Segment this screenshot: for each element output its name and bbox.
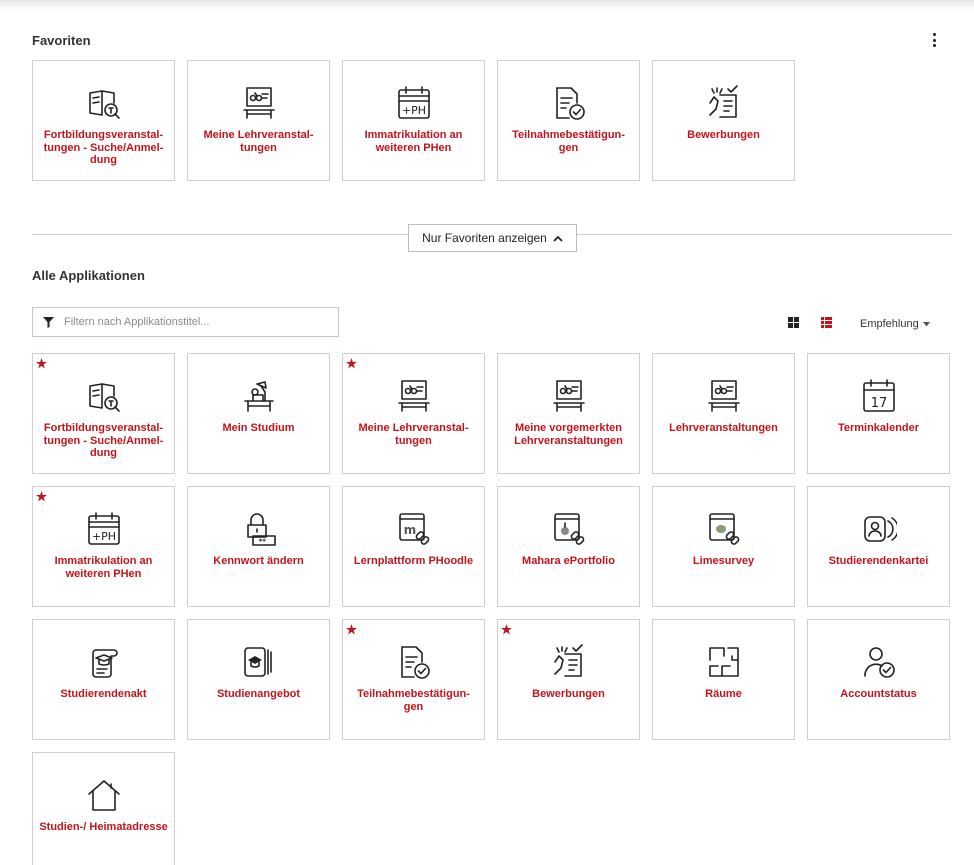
app-tile-immatrikulation-an-weiteren-phen[interactable]: +PH Immatrikulation an weiteren PHen	[342, 60, 485, 181]
document-check-icon	[396, 644, 432, 680]
caret-down-icon	[922, 321, 930, 326]
svg-text:+PH: +PH	[401, 104, 425, 117]
app-tile-label: Meine vorgemerkten Lehrveranstaltungen	[514, 422, 623, 447]
app-tile-label: Studienangebot	[216, 688, 301, 700]
app-tile-label: Studierendenakt	[60, 688, 147, 700]
app-tile-bewerbungen[interactable]: Bewerbungen	[497, 619, 640, 740]
app-tile-lehrveranstaltungen[interactable]: Lehrveranstaltungen	[652, 353, 795, 474]
house-icon	[86, 777, 122, 813]
list-view-icon[interactable]	[821, 317, 832, 328]
book-search-icon	[86, 85, 122, 121]
scroll-cap-icon	[86, 644, 122, 680]
favorite-star-icon	[36, 491, 47, 502]
app-tile-label: Lernplattform PHoodle	[353, 555, 474, 567]
calendar-17-icon: 17	[861, 378, 897, 414]
app-tile-kennwort-ändern[interactable]: **_ Kennwort ändern	[187, 486, 330, 607]
app-tile-terminkalender[interactable]: 17 Terminkalender	[807, 353, 950, 474]
all-apps-title: Alle Applikationen	[32, 268, 145, 283]
app-tile-immatrikulation-an-weiteren-phen[interactable]: +PH Immatrikulation an weiteren PHen	[32, 486, 175, 607]
app-tile-bewerbungen[interactable]: Bewerbungen	[652, 60, 795, 181]
filter-icon	[43, 316, 54, 328]
app-tile-limesurvey[interactable]: Limesurvey	[652, 486, 795, 607]
app-tile-label: Studierendenkartei	[828, 555, 929, 567]
favorite-star-icon	[501, 624, 512, 635]
app-tile-label: Lehrveranstaltungen	[669, 422, 778, 434]
svg-text:m: m	[403, 523, 416, 537]
mahara-link-icon	[551, 511, 587, 547]
app-tile-meine-lehrveranstal-tungen[interactable]: Meine Lehrveranstal-tungen	[342, 353, 485, 474]
app-tile-accountstatus[interactable]: Accountstatus	[807, 619, 950, 740]
app-tile-teilnahmebestätigun-gen[interactable]: Teilnahmebestätigun-gen	[497, 60, 640, 181]
app-tile-studienangebot[interactable]: Studienangebot	[187, 619, 330, 740]
sort-dropdown[interactable]: Empfehlung	[860, 318, 930, 330]
app-tile-studierendenkartei[interactable]: Studierendenkartei	[807, 486, 950, 607]
svg-text:+PH: +PH	[91, 530, 115, 543]
app-tile-label: Fortbildungsveranstal-tungen - Suche/Anm…	[43, 129, 164, 166]
document-check-icon	[551, 85, 587, 121]
app-tile-label: Meine Lehrveranstal-tungen	[358, 422, 469, 447]
favorites-title: Favoriten	[32, 33, 91, 48]
book-search-icon	[86, 378, 122, 414]
app-tile-label: Fortbildungsveranstal-tungen - Suche/Anm…	[43, 422, 164, 459]
sort-label: Empfehlung	[860, 318, 919, 330]
contactless-id-icon	[861, 511, 897, 547]
top-shadow	[0, 0, 974, 10]
app-tile-räume[interactable]: Räume	[652, 619, 795, 740]
app-tile-label: Immatrikulation an weiteren PHen	[364, 129, 463, 154]
filter-box	[32, 307, 339, 337]
moodle-link-icon: m	[396, 511, 432, 547]
calendar-ph-icon: +PH	[396, 85, 432, 121]
app-tile-mein-studium[interactable]: Mein Studium	[187, 353, 330, 474]
filter-input[interactable]	[64, 316, 314, 328]
app-tile-label: Terminkalender	[837, 422, 920, 434]
app-tile-label: Limesurvey	[692, 555, 755, 567]
app-tile-teilnahmebestätigun-gen[interactable]: Teilnahmebestätigun-gen	[342, 619, 485, 740]
desk-lamp-icon	[241, 378, 277, 414]
user-check-icon	[861, 644, 897, 680]
lectern-board-icon	[706, 378, 742, 414]
app-tile-label: Teilnahmebestätigun-gen	[512, 129, 625, 154]
app-tile-label: Räume	[705, 688, 742, 700]
hand-document-icon	[706, 85, 742, 121]
lectern-board-icon	[241, 85, 277, 121]
lectern-board-icon	[396, 378, 432, 414]
app-tile-label: Bewerbungen	[687, 129, 760, 141]
app-tile-label: Meine Lehrveranstal-tungen	[203, 129, 314, 154]
favorite-star-icon	[346, 624, 357, 635]
show-favorites-toggle-button[interactable]: Nur Favoriten anzeigen	[408, 224, 577, 252]
floorplan-icon	[706, 644, 742, 680]
favorite-star-icon	[36, 358, 47, 369]
app-tile-label: Mahara ePortfolio	[522, 555, 615, 567]
app-tile-studierendenakt[interactable]: Studierendenakt	[32, 619, 175, 740]
app-tile-mahara-eportfolio[interactable]: Mahara ePortfolio	[497, 486, 640, 607]
favorite-star-icon	[346, 358, 357, 369]
app-tile-label: Bewerbungen	[532, 688, 605, 700]
chevron-up-icon	[553, 235, 563, 242]
more-options-icon[interactable]	[930, 33, 938, 47]
app-tile-label: Teilnahmebestätigun-gen	[357, 688, 470, 713]
svg-text:**_: **_	[258, 538, 269, 546]
app-tile-fortbildungsveranstal-tungen-suche-anmel-dung[interactable]: Fortbildungsveranstal-tungen - Suche/Anm…	[32, 60, 175, 181]
app-tile-label: Accountstatus	[840, 688, 917, 700]
app-tile-label: Kennwort ändern	[213, 555, 304, 567]
grid-view-icon[interactable]	[788, 317, 799, 328]
book-cap-icon	[241, 644, 277, 680]
app-tile-lernplattform-phoodle[interactable]: m Lernplattform PHoodle	[342, 486, 485, 607]
lectern-board-icon	[551, 378, 587, 414]
hand-document-icon	[551, 644, 587, 680]
app-tile-meine-vorgemerkten-lehrveranstaltungen[interactable]: Meine vorgemerkten Lehrveranstaltungen	[497, 353, 640, 474]
toggle-label: Nur Favoriten anzeigen	[422, 231, 547, 245]
calendar-ph-icon: +PH	[86, 511, 122, 547]
svg-text:17: 17	[870, 396, 887, 411]
app-tile-fortbildungsveranstal-tungen-suche-anmel-dung[interactable]: Fortbildungsveranstal-tungen - Suche/Anm…	[32, 353, 175, 474]
app-tile-label: Immatrikulation an weiteren PHen	[54, 555, 153, 580]
limesurvey-link-icon	[706, 511, 742, 547]
app-tile-label: Studien-/ Heimatadresse	[39, 821, 168, 833]
lock-password-icon: **_	[241, 511, 277, 547]
app-tile-meine-lehrveranstal-tungen[interactable]: Meine Lehrveranstal-tungen	[187, 60, 330, 181]
app-tile-studien-heimatadresse[interactable]: Studien-/ Heimatadresse	[32, 752, 175, 865]
app-tile-label: Mein Studium	[222, 422, 295, 434]
